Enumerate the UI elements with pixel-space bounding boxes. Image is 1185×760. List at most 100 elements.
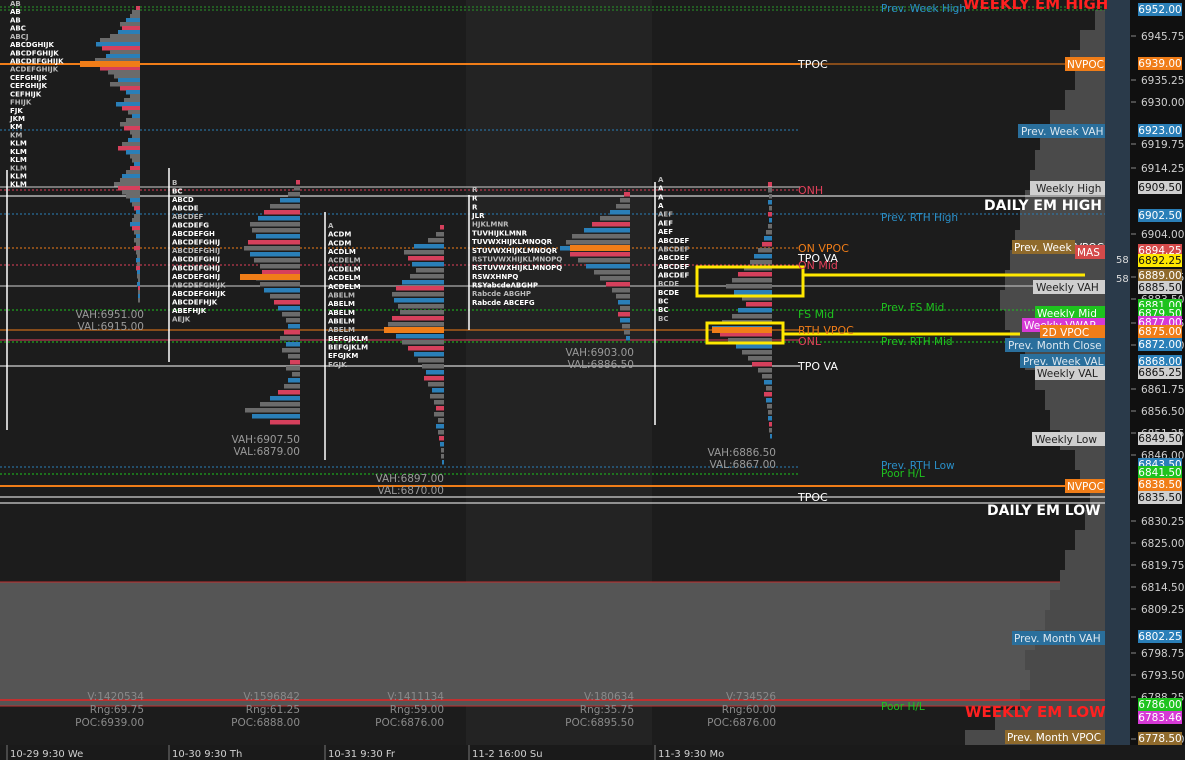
profile-bar (426, 370, 444, 375)
profile-bar (758, 248, 772, 253)
tpo-letters-row: ABCDEF (658, 237, 689, 245)
onl-label: ONL (798, 335, 822, 348)
price-badge-label: 6783.46 (1138, 712, 1182, 724)
profile-bar (422, 364, 444, 369)
tpo-letters-row: A (658, 202, 664, 210)
profile-bar (288, 378, 300, 383)
profile-bar (254, 258, 300, 263)
profile-bar (296, 180, 300, 185)
tpo-letters-row: ABCDGHIJK (10, 41, 55, 49)
tpo-letters-row: ACDELM (328, 265, 361, 273)
tpo-letters-row: ABCDEFGHIJ (172, 239, 220, 247)
profile-bar (396, 334, 444, 339)
tpo-letters-row: AEF (658, 219, 673, 227)
profile-bar (138, 298, 140, 303)
profile-bar (136, 258, 140, 263)
tpo-letters-row: BCDE (658, 280, 679, 288)
profile-bar (108, 70, 140, 75)
tpo-letters-row: BC (658, 298, 668, 306)
tpo-letters-row: KM (10, 131, 22, 139)
volume-at-price-bar (1075, 450, 1105, 470)
profile-bar (572, 234, 630, 239)
profile-bar (430, 394, 444, 399)
profile-bar (592, 222, 630, 227)
val-label: VAL:6870.00 (377, 485, 444, 497)
profile-bar (132, 202, 140, 207)
market-profile-chart[interactable]: ABABABABCABCJABCDGHIJKABCDFGHIJKABCDEFGH… (0, 0, 1185, 760)
price-tick-label: 6856.50 (1141, 406, 1184, 418)
tpo-letters-row: ABCDEF (658, 263, 689, 271)
tpo-letters-row: KLM (10, 173, 27, 181)
nvpoc-top-label: NVPOC (1067, 59, 1104, 71)
volume-label: V:734526 (726, 691, 776, 703)
tpo-letters-row: R (472, 186, 478, 194)
profile-bar (726, 284, 772, 289)
profile-bar (624, 330, 630, 335)
mas-label: MAS (1077, 247, 1100, 259)
profile-bar (428, 238, 444, 243)
profile-bar (274, 300, 300, 305)
profile-bar (270, 204, 300, 209)
tpo-letters-row: AB (10, 8, 21, 16)
profile-bar (134, 206, 140, 211)
tpo-letters-row: ACDM (328, 231, 351, 239)
profile-bar (118, 146, 140, 151)
volume-at-price-bar (1050, 590, 1105, 610)
profile-bar (118, 78, 140, 83)
profile-bar (252, 228, 300, 233)
tpo-va-label: TPO VA (797, 360, 838, 373)
profile-bar (124, 126, 140, 131)
profile-bar (600, 276, 630, 281)
tpo-letters-row: RSTUVWXHIJKLMNOPQ (472, 255, 562, 263)
poc-label: POC:6895.50 (565, 717, 634, 729)
profile-bar (620, 198, 630, 203)
prev-fs-mid-label: Prev. FS Mid (881, 302, 944, 314)
profile-bar (286, 318, 300, 323)
profile-bar (748, 356, 772, 361)
profile-bar (392, 316, 444, 321)
price-tick-label: 6830.25 (1141, 516, 1184, 528)
price-tick-label: 6825.00 (1141, 538, 1184, 550)
profile-bar (137, 254, 140, 259)
profile-bar (120, 122, 140, 127)
tpo-letters-row: ABCDEF (658, 271, 689, 279)
tpo-letters-row: CEFHIJK (10, 90, 42, 98)
profile-bar (768, 224, 772, 229)
profile-bar (106, 54, 140, 59)
tpo-letters-row: AEJK (172, 315, 191, 323)
vah-label: VAH:6903.00 (565, 347, 634, 359)
profile-bar (250, 222, 300, 227)
tpo-letters-row: BC (658, 315, 668, 323)
profile-bar (769, 218, 772, 223)
price-badge-label: 6889.00 (1138, 270, 1181, 282)
price-badge-label: 6952.00 (1138, 4, 1181, 16)
profile-bar (134, 214, 140, 219)
profile-bar (120, 178, 140, 183)
price-tick-label: 6798.75 (1141, 648, 1184, 660)
price-tick-label: 6919.75 (1141, 139, 1184, 151)
profile-bar (768, 416, 772, 421)
prev-month-vpoc-label: Prev. Month VPOC (1007, 732, 1101, 744)
tpo-letters-row: R (472, 195, 478, 203)
tpo-letters-row: ACDEFGHIJK (10, 66, 59, 74)
weekly-val-label: Weekly VAL (1037, 368, 1098, 380)
profile-bar (282, 312, 300, 317)
profile-bar (286, 342, 300, 347)
profile-bar (134, 162, 140, 167)
poc-label: POC:6876.00 (375, 717, 444, 729)
tpo-letters-row: ABCJ (10, 33, 29, 41)
profile-bar (410, 274, 444, 279)
profile-bar (137, 270, 140, 275)
profile-bar (736, 344, 772, 349)
profile-bar (126, 118, 140, 123)
profile-bar (441, 454, 444, 459)
profile-bar (732, 278, 772, 283)
profile-bar (610, 210, 630, 215)
price-tick-label: 6861.75 (1141, 384, 1184, 396)
tpo-letters-row: TUVHIJKLMNR (472, 229, 528, 237)
volume-at-price-bar (1095, 10, 1105, 30)
prev-week-high-label: Prev. Week High (881, 3, 966, 15)
profile-bar (258, 216, 300, 221)
profile-bar (768, 200, 772, 205)
profile-bar (438, 430, 444, 435)
